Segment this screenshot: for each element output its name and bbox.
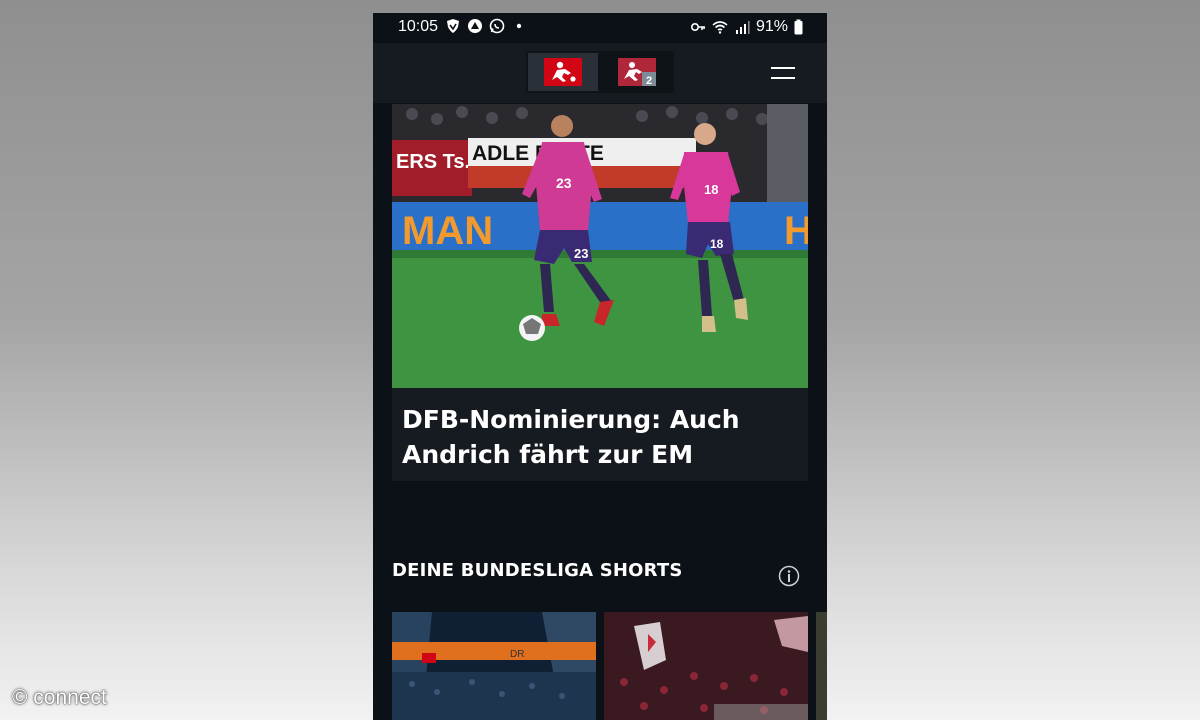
section-title-shorts: DEINE BUNDESLIGA SHORTS <box>392 560 683 581</box>
short-card-partial[interactable] <box>816 612 827 720</box>
watermark: © connect <box>12 686 107 709</box>
article-headline[interactable]: DFB-Nominierung: Auch Andrich fährt zur … <box>402 402 798 472</box>
whatsapp-icon <box>489 18 505 34</box>
status-bar: 10:05 91% <box>373 13 827 43</box>
notification-icons <box>445 18 527 34</box>
svg-text:2: 2 <box>646 75 652 86</box>
league-tab-bundesliga[interactable] <box>528 53 598 91</box>
bundesliga2-logo-icon: 2 <box>618 58 656 87</box>
app-notification-icon <box>468 19 482 33</box>
shield-icon <box>447 19 459 33</box>
league-switcher: 2 <box>526 51 674 93</box>
player2-chest-number: 18 <box>704 182 718 197</box>
wifi-icon <box>712 21 728 34</box>
info-icon[interactable] <box>778 565 800 587</box>
key-icon <box>690 23 705 32</box>
battery-icon <box>794 19 803 35</box>
hero-banner-left-text: ERS Ts. <box>396 151 470 173</box>
player1-chest-number: 23 <box>556 175 572 191</box>
phone-screen: 10:05 91% 2 ERS Ts. ADLE RETTE MAN H 23 … <box>373 13 827 720</box>
more-notifications-dot-icon <box>516 23 522 29</box>
signal-icon <box>735 21 750 34</box>
status-time: 10:05 <box>398 18 439 35</box>
card1-board-text: DR <box>510 649 524 660</box>
hero-caption[interactable]: DFB-Nominierung: Auch Andrich fährt zur … <box>392 388 808 481</box>
bundesliga-logo-icon <box>544 58 582 86</box>
short-card[interactable]: DR <box>392 612 596 720</box>
system-icons: 91% <box>690 18 803 36</box>
hero-image[interactable]: ERS Ts. ADLE RETTE MAN H 23 23 18 18 <box>392 104 808 388</box>
bundesliga-small-logo-icon <box>422 653 436 663</box>
player2-shorts-number: 18 <box>710 237 724 251</box>
hamburger-menu-icon[interactable] <box>771 67 795 81</box>
hero-led-board-text: MAN <box>402 209 493 253</box>
player1-shorts-number: 23 <box>574 246 588 261</box>
short-card[interactable] <box>604 612 808 720</box>
battery-percent: 91% <box>755 18 788 35</box>
svg-text:H: H <box>784 209 808 253</box>
league-tab-2-bundesliga[interactable]: 2 <box>602 53 672 91</box>
app-bar: 2 <box>373 43 827 103</box>
